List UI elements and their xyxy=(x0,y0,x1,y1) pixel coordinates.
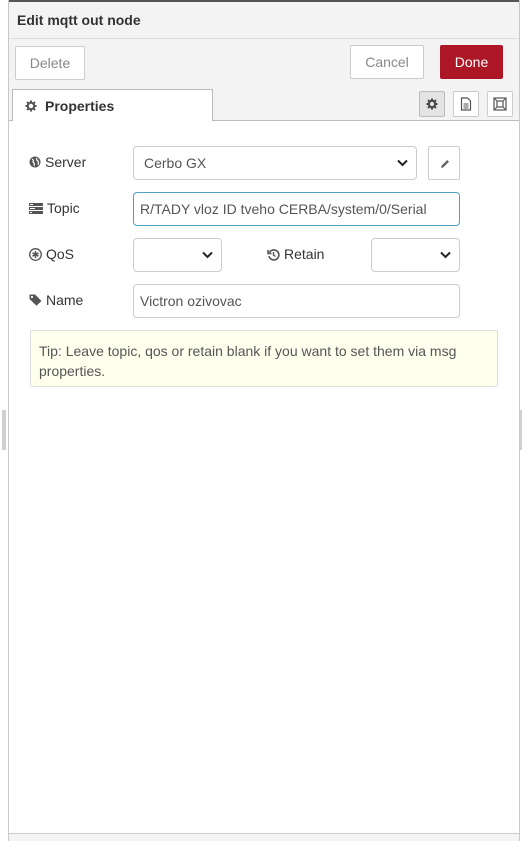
tasks-icon xyxy=(29,202,43,214)
tip-box: Tip: Leave topic, qos or retain blank if… xyxy=(30,330,498,387)
document-icon xyxy=(460,97,472,111)
server-label-row: Server xyxy=(29,154,86,170)
chevron-down-icon xyxy=(202,251,213,259)
edit-server-button[interactable] xyxy=(428,146,460,180)
qos-label-row: QoS xyxy=(29,246,74,262)
tray-title: Edit mqtt out node xyxy=(17,12,141,28)
asterisk-icon xyxy=(29,247,42,261)
node-settings-tab-button[interactable] xyxy=(419,91,445,117)
chevron-down-icon xyxy=(397,159,408,167)
name-label: Name xyxy=(46,292,84,308)
topic-input[interactable] xyxy=(133,192,460,226)
name-label-row: Name xyxy=(29,292,83,308)
delete-button[interactable]: Delete xyxy=(15,46,85,80)
history-icon xyxy=(267,248,280,261)
tab-properties-label: Properties xyxy=(45,98,115,114)
edit-tray: Edit mqtt out node Delete Cancel Done Pr… xyxy=(8,0,520,841)
properties-form: Server Cerbo GX Topic QoS Retain xyxy=(9,121,519,841)
server-select[interactable]: Cerbo GX xyxy=(133,146,417,180)
pencil-icon xyxy=(441,160,449,168)
topic-input-field[interactable] xyxy=(134,193,459,225)
name-input-field[interactable] xyxy=(134,285,459,317)
tray-header: Edit mqtt out node xyxy=(9,2,519,39)
topic-label: Topic xyxy=(47,200,80,216)
tray-footer xyxy=(9,833,519,841)
gear-icon xyxy=(25,99,37,117)
server-label: Server xyxy=(45,154,87,170)
globe-icon xyxy=(29,156,41,168)
description-tab-button[interactable] xyxy=(453,91,479,117)
frame-icon xyxy=(493,97,507,111)
retain-label-row: Retain xyxy=(267,246,324,262)
done-button[interactable]: Done xyxy=(440,45,503,79)
tabs-bar: Properties xyxy=(9,86,519,121)
tray-toolbar: Delete Cancel Done xyxy=(9,39,519,86)
tab-properties[interactable]: Properties xyxy=(12,89,213,121)
retain-label: Retain xyxy=(284,246,325,262)
topic-label-row: Topic xyxy=(29,200,80,216)
cancel-button[interactable]: Cancel xyxy=(350,45,424,79)
left-resize-handle[interactable] xyxy=(2,410,6,450)
tag-icon xyxy=(29,294,42,306)
server-select-value: Cerbo GX xyxy=(144,155,207,171)
name-input[interactable] xyxy=(133,284,460,318)
qos-select[interactable] xyxy=(133,238,222,272)
qos-label: QoS xyxy=(46,246,75,262)
retain-select[interactable] xyxy=(371,238,460,272)
chevron-down-icon xyxy=(440,251,451,259)
gear-icon xyxy=(426,98,438,110)
appearance-tab-button[interactable] xyxy=(487,91,513,117)
